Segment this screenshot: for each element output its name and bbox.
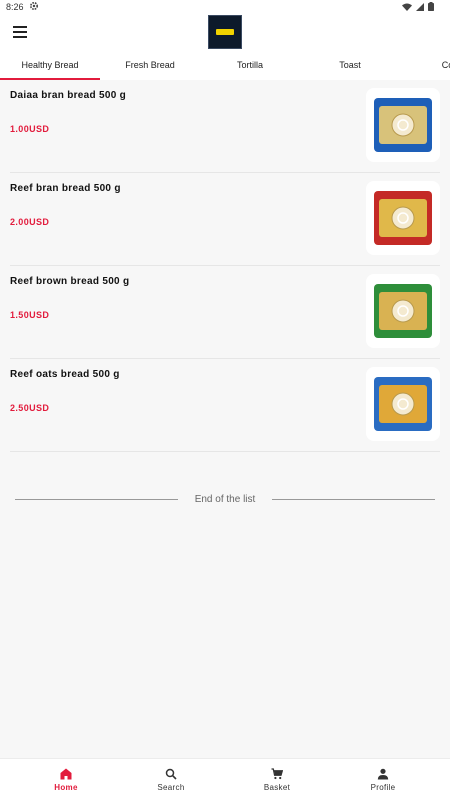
tab-cookies[interactable]: Coo [400, 56, 450, 80]
app-logo [208, 15, 242, 49]
bottom-navigation: Home Search Basket Profile [0, 758, 450, 800]
signal-icon [416, 2, 424, 11]
product-image [366, 274, 440, 348]
wifi-icon [402, 3, 412, 11]
product-image [366, 88, 440, 162]
end-of-list: End of the list [15, 491, 435, 509]
product-item[interactable]: Daiaa bran bread 500 g 1.00USD [10, 80, 440, 173]
product-price: 1.00USD [10, 124, 50, 134]
bread-package-icon [374, 98, 432, 152]
divider [272, 499, 435, 500]
product-price: 2.00USD [10, 217, 50, 227]
nav-basket[interactable]: Basket [224, 759, 330, 800]
logo-mark [216, 29, 234, 35]
tab-toast[interactable]: Toast [300, 56, 400, 80]
person-icon [377, 768, 389, 780]
nav-profile[interactable]: Profile [330, 759, 436, 800]
product-item[interactable]: Reef brown bread 500 g 1.50USD [10, 266, 440, 359]
bread-package-icon [374, 191, 432, 245]
status-indicators [402, 2, 434, 11]
hamburger-menu-icon[interactable] [13, 26, 27, 40]
product-price: 2.50USD [10, 403, 50, 413]
category-tabs: Healthy Bread Fresh Bread Tortilla Toast… [0, 56, 450, 80]
product-item[interactable]: Reef bran bread 500 g 2.00USD [10, 173, 440, 266]
battery-icon [428, 2, 434, 11]
nav-label: Home [54, 783, 78, 792]
nav-home[interactable]: Home [13, 759, 119, 800]
tab-healthy-bread[interactable]: Healthy Bread [0, 56, 100, 80]
end-of-list-text: End of the list [194, 494, 256, 505]
bread-package-icon [374, 284, 432, 338]
product-name: Daiaa bran bread 500 g [10, 90, 127, 101]
status-time: 8:26 [6, 2, 24, 12]
nav-label: Search [157, 783, 185, 792]
home-icon [60, 768, 72, 780]
nav-label: Profile [370, 783, 396, 792]
status-bar: 8:26 [0, 0, 450, 14]
search-icon [165, 768, 177, 780]
product-image [366, 367, 440, 441]
product-item[interactable]: Reef oats bread 500 g 2.50USD [10, 359, 440, 452]
nav-label: Basket [263, 783, 291, 792]
settings-gear-icon [29, 1, 39, 13]
tab-tortilla[interactable]: Tortilla [200, 56, 300, 80]
nav-search[interactable]: Search [118, 759, 224, 800]
bread-package-icon [374, 377, 432, 431]
divider [15, 499, 178, 500]
product-name: Reef bran bread 500 g [10, 183, 121, 194]
product-image [366, 181, 440, 255]
product-name: Reef oats bread 500 g [10, 369, 120, 380]
product-price: 1.50USD [10, 310, 50, 320]
cart-icon [271, 768, 283, 780]
app-bar [0, 14, 450, 56]
product-name: Reef brown bread 500 g [10, 276, 130, 287]
tab-fresh-bread[interactable]: Fresh Bread [100, 56, 200, 80]
